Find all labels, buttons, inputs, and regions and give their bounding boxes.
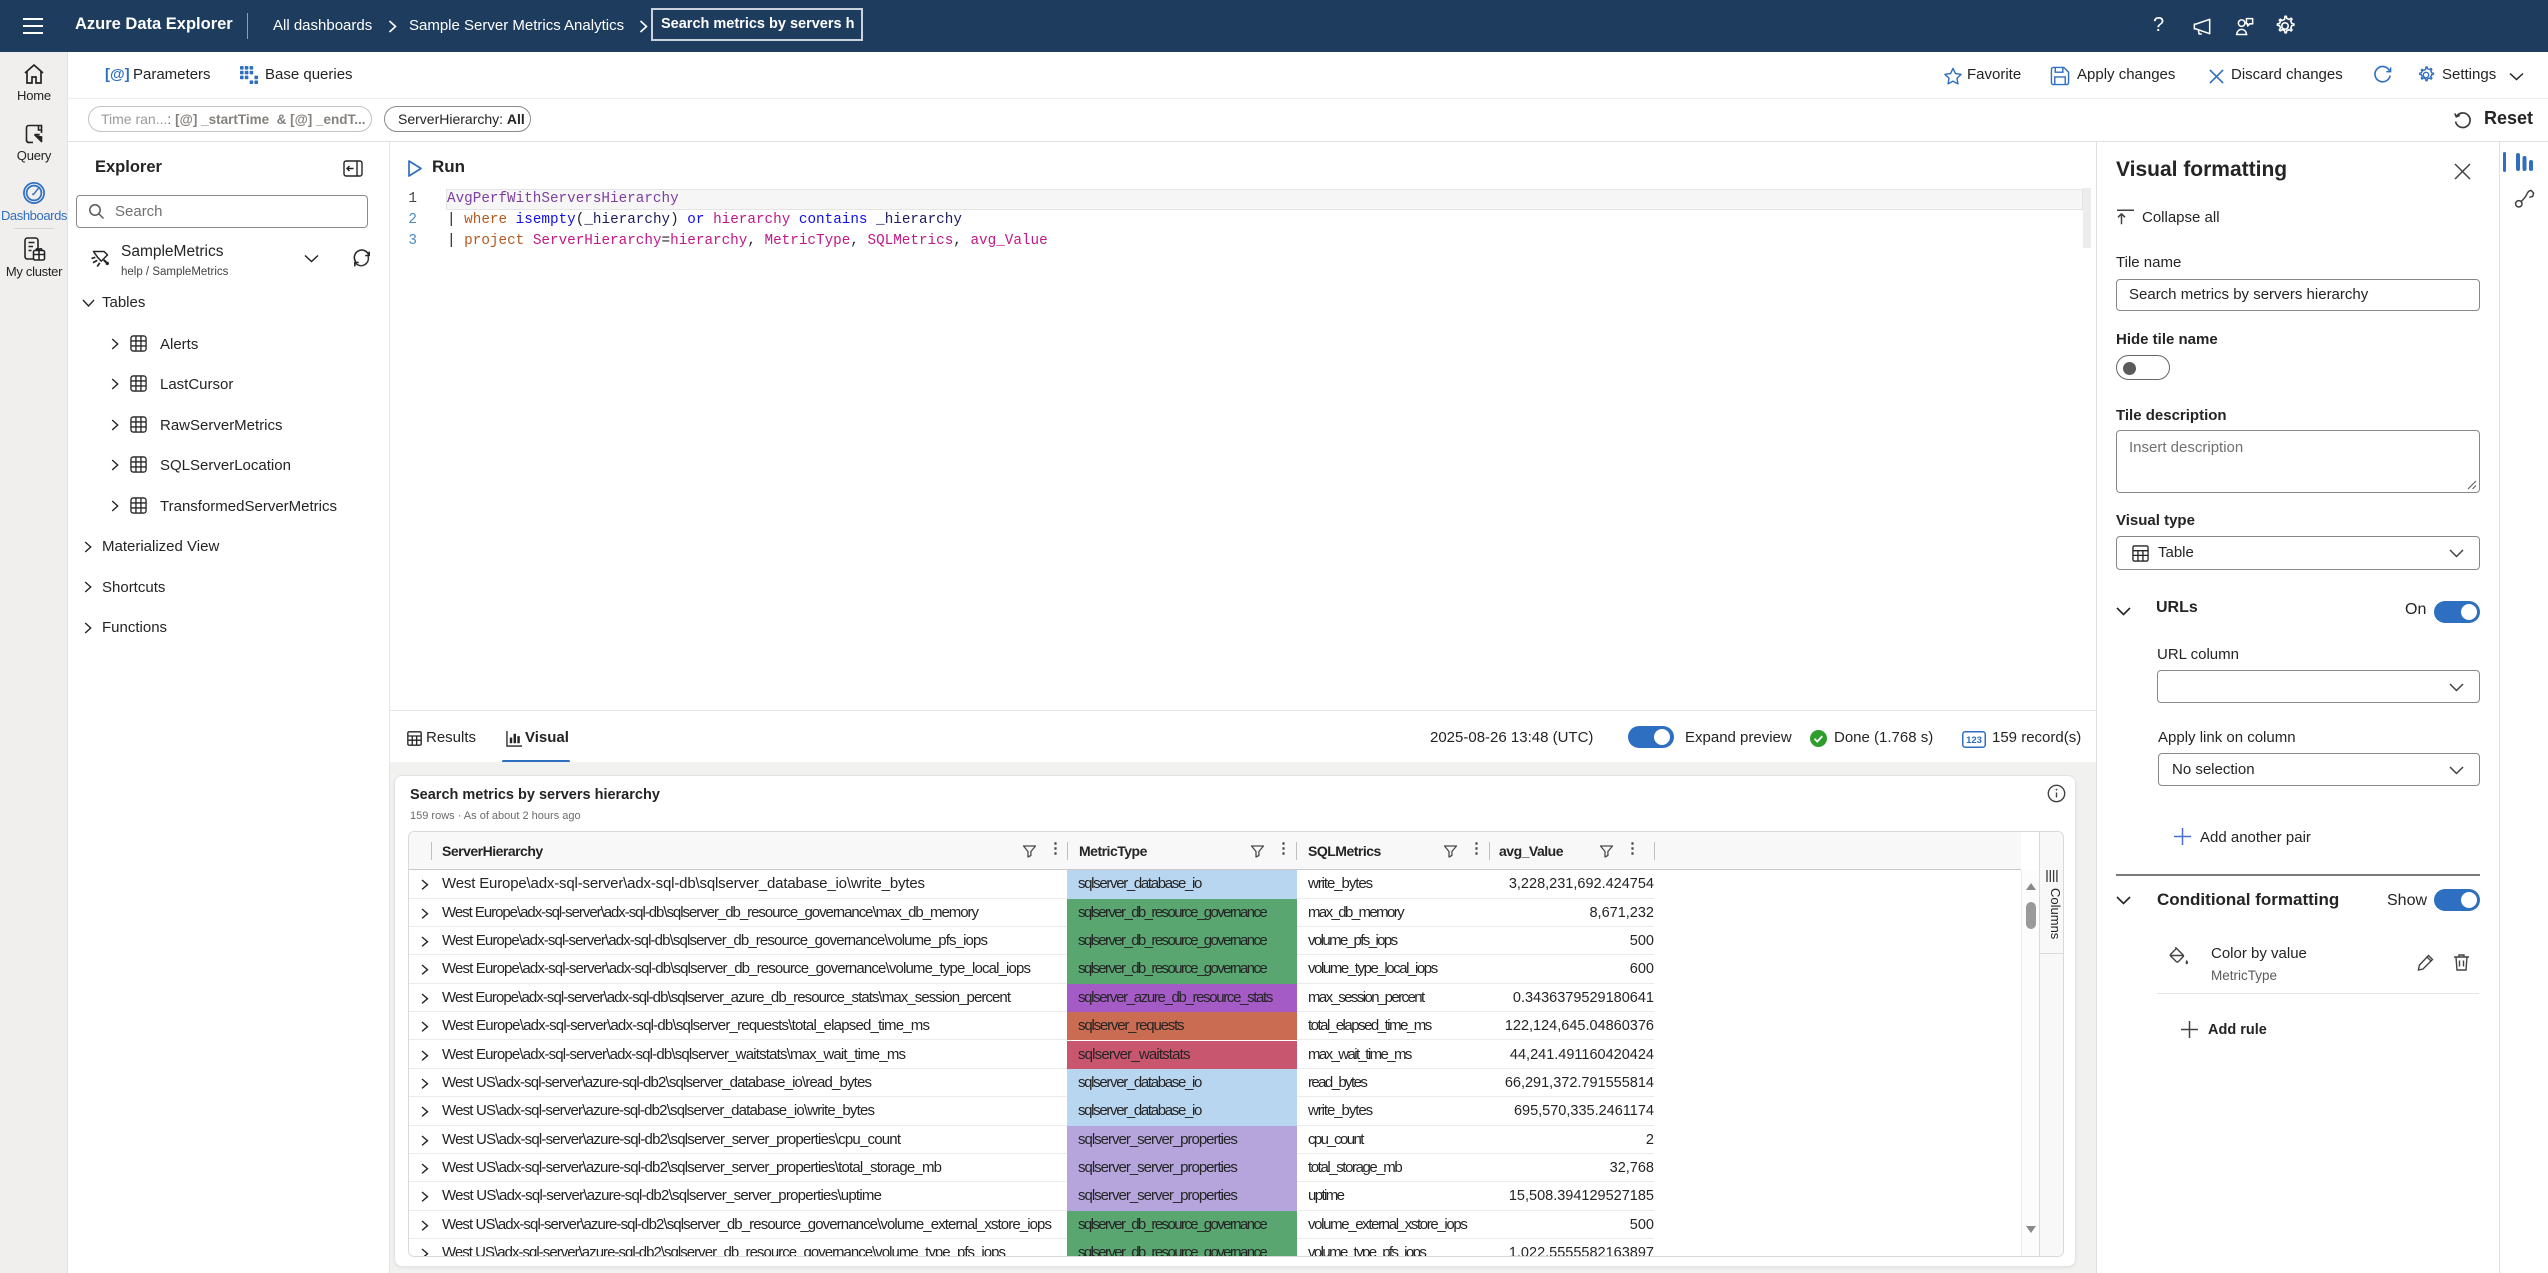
svg-text:123: 123	[1966, 735, 1982, 746]
